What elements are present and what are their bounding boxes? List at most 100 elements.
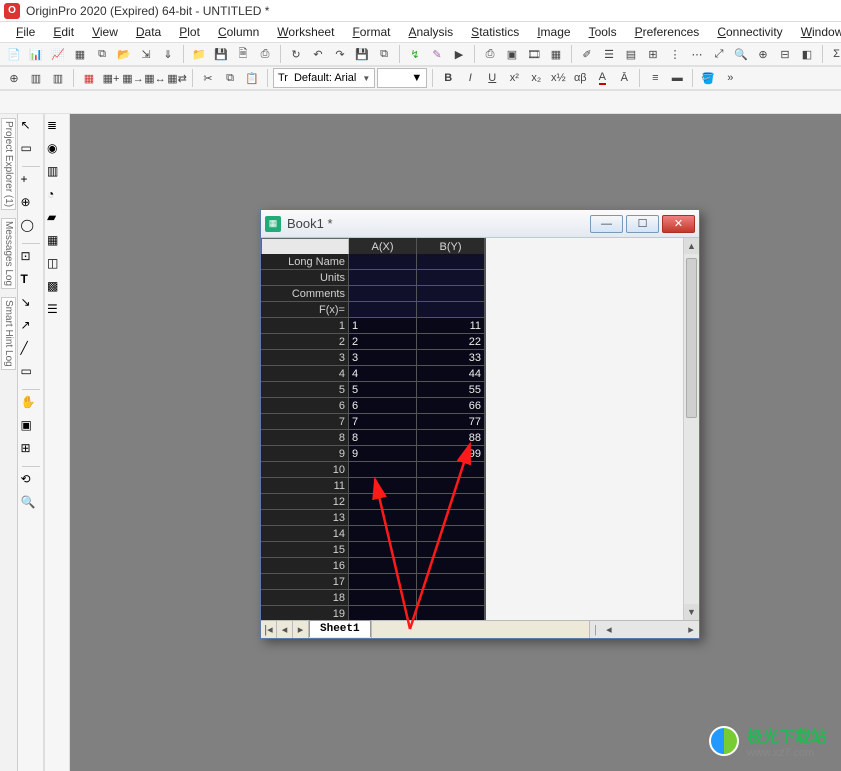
subscript-button[interactable]: x₂ [526, 68, 546, 88]
meta-cell-a-2[interactable] [349, 286, 417, 302]
row-number-3[interactable]: 3 [261, 350, 349, 366]
scatter-plot-icon[interactable]: ◉ [47, 141, 67, 161]
redo-button[interactable]: ↷ [330, 44, 350, 64]
print-button[interactable]: ⎙ [480, 44, 500, 64]
sheet-nav-next[interactable]: ▸ [293, 621, 309, 638]
sheet-tab[interactable]: Sheet1 [309, 620, 371, 637]
fill-color-button[interactable]: 🪣 [698, 68, 718, 88]
cell-b-17[interactable] [417, 574, 485, 590]
cell-b-14[interactable] [417, 526, 485, 542]
template-icon[interactable]: ☰ [47, 302, 67, 322]
duplicate-button[interactable]: ⧉ [374, 44, 394, 64]
close-button[interactable]: ✕ [662, 215, 695, 233]
cell-b-18[interactable] [417, 590, 485, 606]
scroll-thumb[interactable] [686, 258, 697, 418]
new-graph-button[interactable]: 📈 [48, 44, 68, 64]
row-number-15[interactable]: 15 [261, 542, 349, 558]
row-number-8[interactable]: 8 [261, 430, 349, 446]
cell-b-3[interactable]: 33 [417, 350, 485, 366]
row-number-9[interactable]: 9 [261, 446, 349, 462]
code-builder-button[interactable]: ✎ [427, 44, 447, 64]
open-template-button[interactable]: 📁 [189, 44, 209, 64]
menu-tools[interactable]: Tools [581, 23, 625, 41]
scroll-down-arrow[interactable]: ▼ [684, 604, 699, 620]
panner-tool[interactable]: ▭ [21, 141, 41, 161]
menu-plot[interactable]: Plot [171, 23, 208, 41]
menu-connectivity[interactable]: Connectivity [709, 23, 790, 41]
rotate-tool[interactable]: ⟲ [21, 472, 41, 492]
cell-b-2[interactable]: 22 [417, 334, 485, 350]
menu-file[interactable]: File [8, 23, 43, 41]
new-matrix-button[interactable]: ▦ [70, 44, 90, 64]
row-number-1[interactable]: 1 [261, 318, 349, 334]
cell-b-10[interactable] [417, 462, 485, 478]
import-wizard-button[interactable]: ⇲ [136, 44, 156, 64]
cell-b-11[interactable] [417, 478, 485, 494]
batch-button[interactable]: ⎙ [255, 44, 275, 64]
cell-b-13[interactable] [417, 510, 485, 526]
vertical-scrollbar[interactable]: ▲ ▼ [683, 238, 699, 620]
meta-cell-b-3[interactable] [417, 302, 485, 318]
line-plot-icon[interactable]: ≣ [47, 118, 67, 138]
speedmode-button[interactable]: ⊟ [775, 44, 795, 64]
insert-col-button[interactable]: ▦+ [101, 68, 121, 88]
cell-a-14[interactable] [349, 526, 417, 542]
rect-tool[interactable]: ▭ [21, 364, 41, 384]
cut-button[interactable]: ✂ [198, 68, 218, 88]
add-plot-button[interactable]: ⊕ [4, 68, 24, 88]
recalc-button[interactable]: ↻ [286, 44, 306, 64]
reader-tool[interactable]: + [21, 172, 41, 192]
cell-a-3[interactable]: 3 [349, 350, 417, 366]
workbook-titlebar[interactable]: ▦ Book1 * — ☐ ✕ [261, 210, 699, 238]
cell-a-1[interactable]: 1 [349, 318, 417, 334]
supersub-button[interactable]: x½ [548, 68, 568, 88]
overline-button[interactable]: Ā [614, 68, 634, 88]
row-number-6[interactable]: 6 [261, 398, 349, 414]
text-tool[interactable]: T [21, 272, 41, 292]
sheet-nav-first[interactable]: |◂ [261, 621, 277, 638]
meta-cell-b-1[interactable] [417, 270, 485, 286]
meta-cell-a-0[interactable] [349, 254, 417, 270]
cell-b-12[interactable] [417, 494, 485, 510]
screen-reader-tool[interactable]: ⊕ [21, 195, 41, 215]
axis-icon[interactable]: ✐ [577, 44, 597, 64]
cell-b-6[interactable]: 66 [417, 398, 485, 414]
layer-button[interactable]: ▤ [621, 44, 641, 64]
cell-a-6[interactable]: 6 [349, 398, 417, 414]
row-number-5[interactable]: 5 [261, 382, 349, 398]
cell-a-5[interactable]: 5 [349, 382, 417, 398]
cell-a-16[interactable] [349, 558, 417, 574]
cell-a-13[interactable] [349, 510, 417, 526]
arrow-tool[interactable]: ↘ [21, 295, 41, 315]
cell-a-4[interactable]: 4 [349, 366, 417, 382]
save-template-button[interactable]: 🗎 [233, 44, 253, 64]
font-size-selector[interactable]: ▼ [377, 68, 427, 88]
merge-button[interactable]: ⋮ [665, 44, 685, 64]
menu-statistics[interactable]: Statistics [463, 23, 527, 41]
move-col-button[interactable]: ▦↔ [145, 68, 165, 88]
insert-obj-tool[interactable]: ⊞ [21, 441, 41, 461]
menu-analysis[interactable]: Analysis [400, 23, 461, 41]
worksheet-grid[interactable]: A(X)B(Y)Long NameUnitsCommentsF(x)=11112… [261, 238, 486, 620]
more-format-button[interactable]: » [720, 68, 740, 88]
cell-b-7[interactable]: 77 [417, 414, 485, 430]
area-plot-icon[interactable]: ▰ [47, 210, 67, 230]
row-number-11[interactable]: 11 [261, 478, 349, 494]
pie-plot-icon[interactable]: ◔ [47, 187, 67, 207]
cell-a-11[interactable] [349, 478, 417, 494]
menu-preferences[interactable]: Preferences [627, 23, 708, 41]
cell-b-1[interactable]: 11 [417, 318, 485, 334]
line-tool[interactable]: ╱ [21, 341, 41, 361]
greek-button[interactable]: αβ [570, 68, 590, 88]
cell-b-8[interactable]: 88 [417, 430, 485, 446]
new-workbook-button[interactable]: 📊 [26, 44, 46, 64]
menu-edit[interactable]: Edit [45, 23, 82, 41]
meta-cell-b-0[interactable] [417, 254, 485, 270]
cell-b-16[interactable] [417, 558, 485, 574]
meta-cell-b-2[interactable] [417, 286, 485, 302]
undo-button[interactable]: ↶ [308, 44, 328, 64]
font-selector[interactable]: Tr Default: Arial ▼ [273, 68, 375, 88]
row-number-18[interactable]: 18 [261, 590, 349, 606]
extract-button[interactable]: ⋯ [687, 44, 707, 64]
open-button[interactable]: 📂 [114, 44, 134, 64]
